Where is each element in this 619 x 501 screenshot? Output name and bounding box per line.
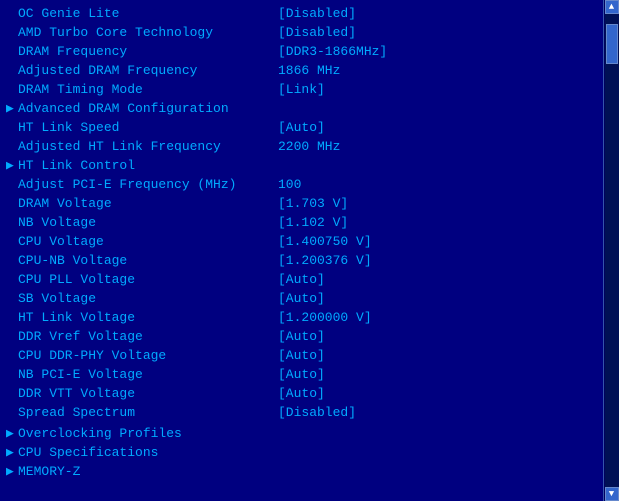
cpu-specifications-row[interactable]: ▶ CPU Specifications	[6, 443, 601, 462]
ht-link-speed-value: [Auto]	[278, 118, 325, 137]
scrollbar-thumb[interactable]	[606, 24, 618, 64]
profiles-arrow-icon: ▶	[6, 424, 18, 443]
adj-dram-frequency-row[interactable]: Adjusted DRAM Frequency1866 MHz	[6, 61, 601, 80]
cpu-pll-voltage-row[interactable]: CPU PLL Voltage[Auto]	[6, 270, 601, 289]
memory-z-arrow-icon: ▶	[6, 462, 18, 481]
sb-voltage-value: [Auto]	[278, 289, 325, 308]
ht-link-speed-row[interactable]: HT Link Speed[Auto]	[6, 118, 601, 137]
amd-turbo-core-label: AMD Turbo Core Technology	[18, 23, 278, 42]
scrollbar[interactable]: ▲ ▼	[603, 0, 619, 501]
dram-voltage-value: [1.703 V]	[278, 194, 348, 213]
spread-spectrum-label: Spread Spectrum	[18, 403, 278, 422]
ddr-vtt-voltage-row[interactable]: DDR VTT Voltage[Auto]	[6, 384, 601, 403]
scrollbar-track[interactable]	[605, 14, 619, 487]
cpu-ddr-phy-value: [Auto]	[278, 346, 325, 365]
bios-content: OC Genie Lite[Disabled]AMD Turbo Core Te…	[0, 0, 603, 501]
cpu-ddr-phy-row[interactable]: CPU DDR-PHY Voltage[Auto]	[6, 346, 601, 365]
cpu-voltage-row[interactable]: CPU Voltage[1.400750 V]	[6, 232, 601, 251]
overclocking-profiles-row[interactable]: ▶ Overclocking Profiles	[6, 424, 601, 443]
nb-voltage-value: [1.102 V]	[278, 213, 348, 232]
sb-voltage-label: SB Voltage	[18, 289, 278, 308]
nb-pcie-voltage-value: [Auto]	[278, 365, 325, 384]
ddr-vtt-voltage-label: DDR VTT Voltage	[18, 384, 278, 403]
oc-genie-lite-value: [Disabled]	[278, 4, 356, 23]
cpu-specifications-label: CPU Specifications	[18, 443, 158, 462]
adj-dram-frequency-value: 1866 MHz	[278, 61, 340, 80]
ddr-vref-voltage-value: [Auto]	[278, 327, 325, 346]
memory-z-label: MEMORY-Z	[18, 462, 80, 481]
dram-frequency-label: DRAM Frequency	[18, 42, 278, 61]
overclocking-profiles-label: Overclocking Profiles	[18, 424, 182, 443]
ht-link-voltage-label: HT Link Voltage	[18, 308, 278, 327]
ddr-vref-voltage-label: DDR Vref Voltage	[18, 327, 278, 346]
cpu-nb-voltage-label: CPU-NB Voltage	[18, 251, 278, 270]
nb-voltage-label: NB Voltage	[18, 213, 278, 232]
adj-ht-link-freq-value: 2200 MHz	[278, 137, 340, 156]
cpu-spec-arrow-icon: ▶	[6, 443, 18, 462]
spread-spectrum-value: [Disabled]	[278, 403, 356, 422]
cpu-pll-voltage-label: CPU PLL Voltage	[18, 270, 278, 289]
dram-voltage-label: DRAM Voltage	[18, 194, 278, 213]
nb-pcie-voltage-label: NB PCI-E Voltage	[18, 365, 278, 384]
dram-timing-mode-row[interactable]: DRAM Timing Mode[Link]	[6, 80, 601, 99]
bios-rows: OC Genie Lite[Disabled]AMD Turbo Core Te…	[6, 4, 601, 422]
ht-link-control-row[interactable]: ▶HT Link Control	[6, 156, 601, 175]
sb-voltage-row[interactable]: SB Voltage[Auto]	[6, 289, 601, 308]
adv-dram-config-arrow-icon: ▶	[6, 99, 18, 118]
adv-dram-config-row[interactable]: ▶Advanced DRAM Configuration	[6, 99, 601, 118]
dram-timing-mode-label: DRAM Timing Mode	[18, 80, 278, 99]
adj-pcie-freq-row[interactable]: Adjust PCI-E Frequency (MHz)100	[6, 175, 601, 194]
nb-pcie-voltage-row[interactable]: NB PCI-E Voltage[Auto]	[6, 365, 601, 384]
cpu-voltage-value: [1.400750 V]	[278, 232, 372, 251]
oc-genie-lite-row[interactable]: OC Genie Lite[Disabled]	[6, 4, 601, 23]
bios-screen: OC Genie Lite[Disabled]AMD Turbo Core Te…	[0, 0, 619, 501]
ht-link-voltage-row[interactable]: HT Link Voltage[1.200000 V]	[6, 308, 601, 327]
oc-genie-lite-label: OC Genie Lite	[18, 4, 278, 23]
cpu-nb-voltage-row[interactable]: CPU-NB Voltage[1.200376 V]	[6, 251, 601, 270]
amd-turbo-core-row[interactable]: AMD Turbo Core Technology[Disabled]	[6, 23, 601, 42]
ht-link-control-arrow-icon: ▶	[6, 156, 18, 175]
scrollbar-up-arrow[interactable]: ▲	[605, 0, 619, 14]
cpu-ddr-phy-label: CPU DDR-PHY Voltage	[18, 346, 278, 365]
spread-spectrum-row[interactable]: Spread Spectrum[Disabled]	[6, 403, 601, 422]
bios-bottom-items: ▶ Overclocking Profiles ▶ CPU Specificat…	[6, 424, 601, 481]
adj-ht-link-freq-row[interactable]: Adjusted HT Link Frequency2200 MHz	[6, 137, 601, 156]
ddr-vtt-voltage-value: [Auto]	[278, 384, 325, 403]
cpu-voltage-label: CPU Voltage	[18, 232, 278, 251]
ht-link-speed-label: HT Link Speed	[18, 118, 278, 137]
cpu-nb-voltage-value: [1.200376 V]	[278, 251, 372, 270]
adj-pcie-freq-value: 100	[278, 175, 301, 194]
dram-frequency-row[interactable]: DRAM Frequency[DDR3-1866MHz]	[6, 42, 601, 61]
ht-link-control-label: HT Link Control	[18, 156, 278, 175]
adj-pcie-freq-label: Adjust PCI-E Frequency (MHz)	[18, 175, 278, 194]
dram-timing-mode-value: [Link]	[278, 80, 325, 99]
ht-link-voltage-value: [1.200000 V]	[278, 308, 372, 327]
dram-voltage-row[interactable]: DRAM Voltage[1.703 V]	[6, 194, 601, 213]
scrollbar-down-arrow[interactable]: ▼	[605, 487, 619, 501]
memory-z-row[interactable]: ▶ MEMORY-Z	[6, 462, 601, 481]
cpu-pll-voltage-value: [Auto]	[278, 270, 325, 289]
adv-dram-config-label: Advanced DRAM Configuration	[18, 99, 278, 118]
nb-voltage-row[interactable]: NB Voltage[1.102 V]	[6, 213, 601, 232]
adj-dram-frequency-label: Adjusted DRAM Frequency	[18, 61, 278, 80]
adj-ht-link-freq-label: Adjusted HT Link Frequency	[18, 137, 278, 156]
dram-frequency-value: [DDR3-1866MHz]	[278, 42, 387, 61]
amd-turbo-core-value: [Disabled]	[278, 23, 356, 42]
ddr-vref-voltage-row[interactable]: DDR Vref Voltage[Auto]	[6, 327, 601, 346]
